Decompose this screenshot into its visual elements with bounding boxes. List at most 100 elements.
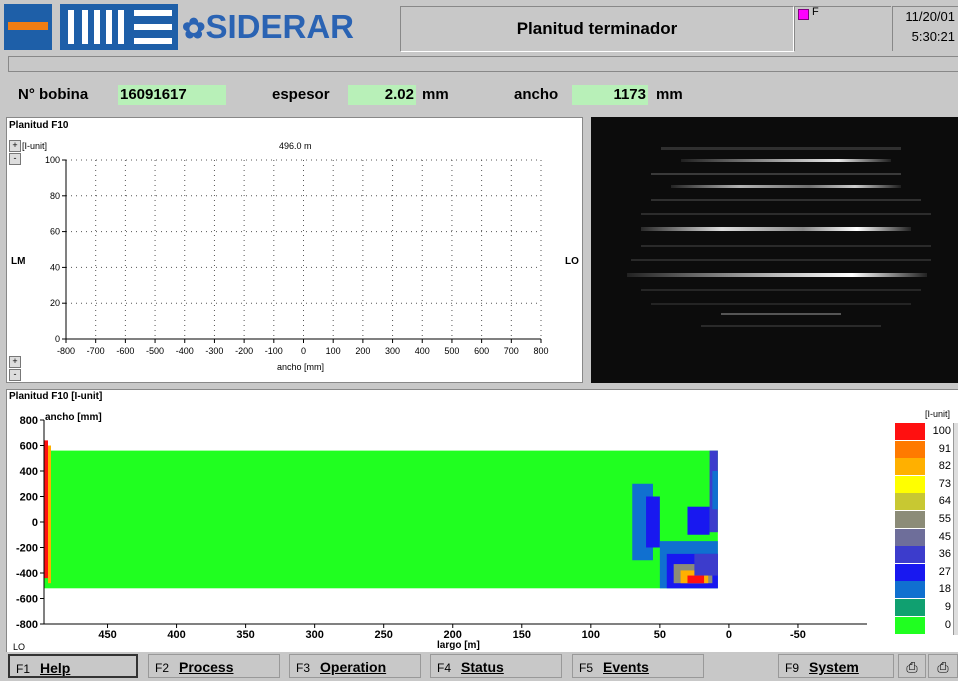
legend-value: 91 <box>938 442 951 455</box>
flatness-profile-panel: Planitud F10 + - + - [I-unit] 496.0 m LM… <box>6 117 583 383</box>
legend-item: 36 <box>871 546 953 564</box>
legend-swatch <box>895 440 925 458</box>
map-tick-label-x: 450 <box>98 629 116 641</box>
brand-name: ✿SIDERAR <box>182 4 392 50</box>
legend-value: 82 <box>938 460 951 473</box>
time: 5:30:21 <box>911 29 955 44</box>
ims-logo <box>60 4 178 50</box>
printer-button[interactable]: ⎙ <box>898 654 926 678</box>
legend-swatch <box>895 493 925 511</box>
map-tick-label-y: 600 <box>20 441 38 453</box>
map-tick-label-x: 250 <box>375 629 393 641</box>
legend-swatch <box>895 616 925 634</box>
map-tick-label-y: 800 <box>20 415 38 427</box>
legend-value: 55 <box>938 513 951 525</box>
profile-tick-label-x: 100 <box>326 346 341 356</box>
operation-label: Operation <box>320 659 387 675</box>
legend-value: 45 <box>938 530 951 543</box>
heatmap-edge-left-inner <box>48 445 51 584</box>
events-key: F5 <box>579 661 594 675</box>
map-tick-label-x: 300 <box>305 629 323 641</box>
profile-tick-label-x: 700 <box>504 346 519 356</box>
legend-value: 18 <box>938 583 951 596</box>
legend-value: 100 <box>932 425 951 437</box>
help-label: Help <box>40 660 71 676</box>
flatness-map-panel: Planitud F10 [I-unit] ancho [mm] largo [… <box>6 389 958 653</box>
datetime: 11/20/01 5:30:21 <box>892 6 958 51</box>
legend-swatch <box>895 528 925 546</box>
logo-stripe <box>8 22 48 30</box>
system-button[interactable]: F9 System <box>778 654 894 678</box>
legend-swatch <box>895 458 925 476</box>
profile-tick-label-y: 60 <box>50 227 60 237</box>
events-label: Events <box>603 659 649 675</box>
heatmap-defect <box>646 496 660 548</box>
system-key: F9 <box>785 661 800 675</box>
legend-value: 73 <box>938 477 951 490</box>
map-tick-label-y: -600 <box>16 594 38 606</box>
legend-item: 27 <box>871 563 953 581</box>
legend-item: 9 <box>871 599 953 616</box>
width-unit: mm <box>656 86 683 103</box>
camera-image <box>591 117 958 383</box>
profile-tick-label-x: -200 <box>235 346 253 356</box>
map-tick-label-x: 350 <box>236 629 254 641</box>
operation-key: F3 <box>296 661 311 675</box>
profile-tick-label-x: -600 <box>116 346 134 356</box>
profile-chart: -800 -700 -600 -500 -400 -300 -200 -100 0 100 200 3… <box>45 155 549 356</box>
profile-tick-label-y: 40 <box>50 262 60 272</box>
profile-tick-label-y: 20 <box>50 298 60 308</box>
legend-item: 73 <box>871 475 953 493</box>
help-button[interactable]: F1 Help <box>8 654 138 678</box>
profile-tick-label-x: 0 <box>301 346 306 356</box>
map-tick-label-y: -200 <box>16 543 38 555</box>
map-tick-label-y: 200 <box>20 492 38 504</box>
legend-swatch <box>895 581 925 599</box>
events-button[interactable]: F5 Events <box>572 654 704 678</box>
map-tick-label-x: 150 <box>513 629 531 641</box>
map-tick-label-x: -50 <box>790 629 806 641</box>
profile-tick-label-x: -300 <box>205 346 223 356</box>
flag-label: F <box>812 6 819 18</box>
status-button[interactable]: F4 Status <box>430 654 562 678</box>
function-key-bar: F1 Help F2 Process F3 Operation F4 Status F5… <box>0 652 958 680</box>
legend-item: 45 <box>871 528 953 546</box>
legend-item: 55 <box>871 511 953 528</box>
profile-x-label: ancho [mm] <box>277 362 325 372</box>
legend-item: 82 <box>871 458 953 476</box>
map-tick-label-x: 400 <box>167 629 185 641</box>
profile-tick-label-x: 300 <box>385 346 400 356</box>
profile-tick-label-y: 80 <box>50 191 60 201</box>
legend-swatch <box>895 546 925 564</box>
operation-button[interactable]: F3 Operation <box>289 654 421 678</box>
legend-unit-label: [I-unit] <box>925 409 951 419</box>
print-screen-button[interactable]: ⎙ <box>928 654 958 678</box>
map-tick-label-y: -400 <box>16 568 38 580</box>
map-tick-label-x: 0 <box>726 629 732 641</box>
brand-swirl-icon: ✿ <box>182 13 206 44</box>
help-key: F1 <box>16 662 31 676</box>
thickness-value: 2.02 <box>348 85 416 105</box>
profile-tick-label-x: -400 <box>176 346 194 356</box>
system-label: System <box>809 659 859 675</box>
heatmap-defect <box>694 553 718 576</box>
legend-scrollbar[interactable] <box>953 423 958 635</box>
legend-item: 100 <box>871 423 953 440</box>
profile-tick-label-x: -100 <box>265 346 283 356</box>
profile-tick-label-x: 400 <box>415 346 430 356</box>
legend-swatch <box>895 475 925 493</box>
legend-value: 9 <box>944 601 951 613</box>
profile-tick-label-x: 200 <box>355 346 370 356</box>
legend-item: 64 <box>871 493 953 511</box>
profile-tick-label-x: 800 <box>533 346 548 356</box>
profile-tick-label-x: 600 <box>474 346 489 356</box>
page-title: Planitud terminador <box>400 6 794 52</box>
heatmap-band <box>44 450 718 589</box>
heatmap-defect <box>712 471 718 510</box>
process-label: Process <box>179 659 234 675</box>
status-key: F4 <box>437 661 452 675</box>
print-screen-icon: ⎙ <box>937 659 949 675</box>
map-tick-label-x: 50 <box>654 629 666 641</box>
process-button[interactable]: F2 Process <box>148 654 280 678</box>
legend-value: 64 <box>938 495 951 508</box>
